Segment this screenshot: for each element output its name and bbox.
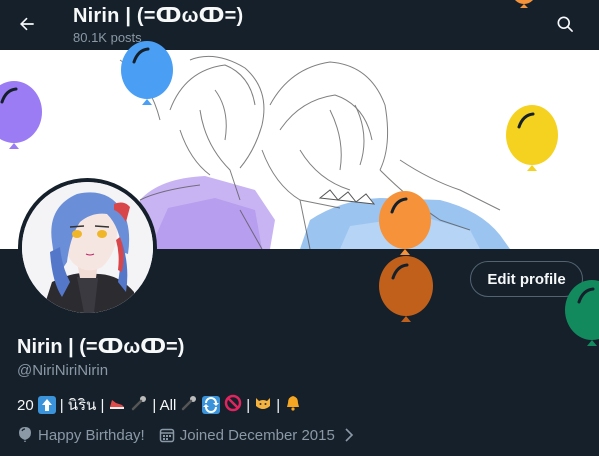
birthday-item: Happy Birthday! — [17, 426, 145, 444]
posts-count: 80.1K posts — [73, 30, 142, 45]
bio-text-2: | นิริน | — [59, 397, 105, 414]
back-arrow-icon — [20, 17, 34, 31]
bio-text-3: | All — [152, 396, 177, 414]
back-button[interactable] — [10, 7, 44, 41]
profile-bio: 20 | นิริน | | All | | — [17, 393, 302, 417]
search-button[interactable] — [548, 7, 582, 41]
chevron-right-icon[interactable] — [344, 428, 354, 442]
sneaker-icon — [108, 394, 126, 416]
microphone-icon — [130, 394, 148, 416]
bio-text-1: 20 — [17, 396, 34, 414]
cat-face-icon — [254, 394, 272, 416]
profile-handle: @NiriNiriNirin — [17, 362, 109, 379]
profile-meta: Happy Birthday! Joined December 2015 — [17, 426, 368, 444]
balloon-icon — [19, 427, 31, 442]
prohibited-icon — [224, 394, 242, 416]
search-icon — [557, 16, 573, 32]
avatar[interactable] — [18, 178, 157, 317]
bio-text-5: | — [276, 396, 281, 414]
joined-text: Joined December 2015 — [179, 426, 335, 444]
repeat-icon — [202, 396, 221, 414]
edit-profile-button[interactable]: Edit profile — [470, 261, 583, 297]
avatar-illustration — [22, 182, 153, 313]
birthday-text: Happy Birthday! — [38, 426, 145, 444]
up-arrow-icon — [37, 396, 56, 414]
profile-header: Nirin | (=ↀωↀ=) 80.1K posts — [0, 0, 599, 50]
microphone-icon-2 — [180, 394, 198, 416]
bell-icon — [284, 394, 302, 416]
joined-item[interactable]: Joined December 2015 — [159, 427, 354, 444]
header-title: Nirin | (=ↀωↀ=) — [73, 5, 244, 27]
profile-name: Nirin | (=ↀωↀ=) — [17, 336, 185, 358]
bio-text-4: | — [246, 396, 251, 414]
balloon-darkorange — [379, 256, 433, 322]
calendar-icon — [159, 428, 174, 443]
